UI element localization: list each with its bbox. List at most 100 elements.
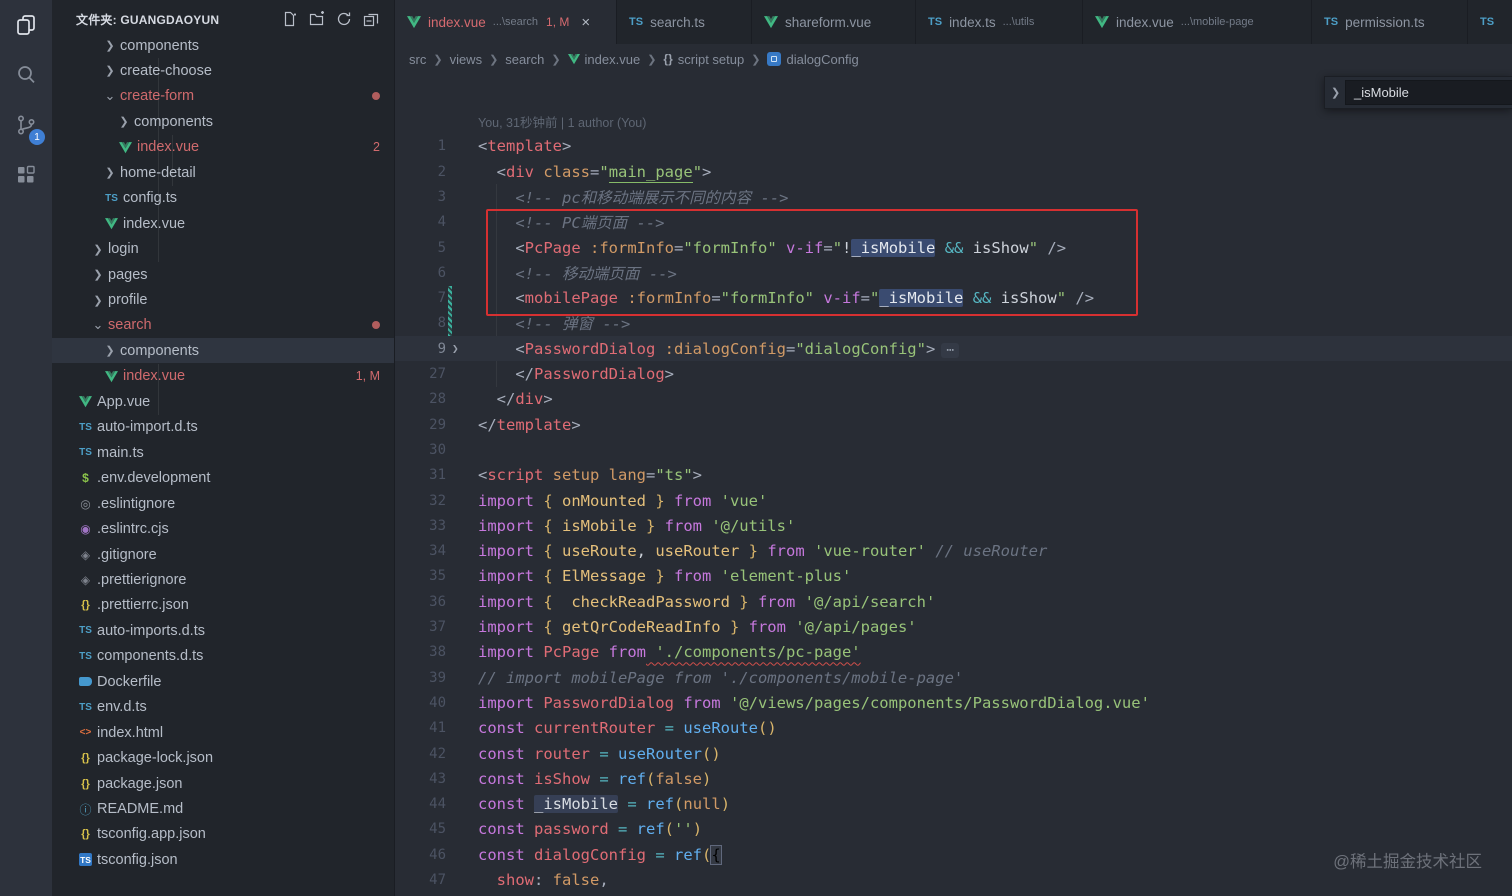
find-input[interactable]: _isMobile <box>1345 80 1512 105</box>
tab-clipped[interactable]: TS <box>1468 0 1512 44</box>
new-folder-icon[interactable] <box>308 10 326 28</box>
code-line-43[interactable]: 43 const isShow = ref(false) <box>395 766 1512 791</box>
code-text: const password = ref('') <box>478 820 703 839</box>
tree-item-index.vue[interactable]: index.vue 2 <box>52 135 394 160</box>
code-line-45[interactable]: 45 const password = ref('') <box>395 817 1512 842</box>
activity-explorer[interactable] <box>0 0 52 50</box>
code-line-36[interactable]: 36 import { checkReadPassword } from '@/a… <box>395 589 1512 614</box>
tab-permission.ts[interactable]: TS permission.ts <box>1312 0 1468 44</box>
code-line-9[interactable]: 9 ❯ <PasswordDialog :dialogConfig="dialog… <box>395 336 1512 362</box>
line-number: 37 <box>429 619 446 636</box>
breadcrumb-item-src[interactable]: src <box>409 52 426 67</box>
code-text: import PasswordDialog from '@/views/page… <box>478 693 1150 712</box>
code-line-44[interactable]: 44 const _isMobile = ref(null) <box>395 792 1512 817</box>
tree-item-.prettierignore[interactable]: ◈ .prettierignore <box>52 567 394 592</box>
tree-item-package.json[interactable]: {} package.json <box>52 771 394 796</box>
line-number: 33 <box>429 517 446 534</box>
breadcrumb-separator-icon: ❯ <box>647 53 657 66</box>
breadcrumb-item-indexvue[interactable]: index.vue <box>567 52 640 67</box>
tree-item-README.md[interactable]: ⓘ README.md <box>52 797 394 822</box>
code-editor[interactable]: You, 31秒钟前 | 1 author (You) 1 <template> 2… <box>395 74 1512 896</box>
line-number: 9 <box>437 340 446 357</box>
breadcrumb-label: search <box>505 51 545 67</box>
breadcrumb-item-search[interactable]: search <box>505 52 544 67</box>
tree-item-create-form[interactable]: ⌄ create-form <box>52 84 394 109</box>
tree-item-profile[interactable]: ❯ profile <box>52 288 394 313</box>
file-tree: ⌄home❯components❯create-choose⌄create-fo… <box>52 0 394 896</box>
code-line-42[interactable]: 42 const router = useRouter() <box>395 741 1512 766</box>
tree-item-main.ts[interactable]: TS main.ts <box>52 440 394 465</box>
tree-item-index.html[interactable]: <> index.html <box>52 720 394 745</box>
code-line-37[interactable]: 37 import { getQrCodeReadInfo } from '@/a… <box>395 614 1512 639</box>
tree-item-index.vue[interactable]: index.vue <box>52 211 394 236</box>
tree-item-login[interactable]: ❯ login <box>52 237 394 262</box>
tree-item-.prettierrc.json[interactable]: {} .prettierrc.json <box>52 593 394 618</box>
code-text: show: false, <box>478 871 609 890</box>
new-file-icon[interactable] <box>281 10 299 28</box>
activity-extensions[interactable] <box>0 150 52 200</box>
tree-item-label: profile <box>108 292 148 308</box>
fold-chevron-icon[interactable]: ❯ <box>452 342 459 355</box>
line-number: 36 <box>429 593 446 610</box>
tree-item-App.vue[interactable]: App.vue <box>52 389 394 414</box>
vue-file-icon <box>76 395 95 408</box>
collapse-all-icon[interactable] <box>362 10 380 28</box>
tree-item-components[interactable]: ❯ components <box>52 109 394 134</box>
tab-label: permission.ts <box>1345 14 1425 30</box>
code-line-1[interactable]: 1 <template> <box>395 134 1512 159</box>
tree-item-search[interactable]: ⌄ search <box>52 313 394 338</box>
tree-item-tsconfig.json[interactable]: TS tsconfig.json <box>52 847 394 872</box>
code-line-27[interactable]: 27 </PasswordDialog> <box>395 361 1512 386</box>
code-line-3[interactable]: 3 <!-- pc和移动端展示不同的内容 --> <box>395 184 1512 209</box>
code-line-28[interactable]: 28 </div> <box>395 387 1512 412</box>
tree-item-index.vue[interactable]: index.vue 1, M <box>52 364 394 389</box>
code-line-39[interactable]: 39 // import mobilePage from './component… <box>395 665 1512 690</box>
tree-item-create-choose[interactable]: ❯ create-choose <box>52 58 394 83</box>
activity-source-control[interactable]: 1 <box>0 100 52 150</box>
code-line-33[interactable]: 33 import { isMobile } from '@/utils' <box>395 513 1512 538</box>
tab-close-icon[interactable]: × <box>581 14 590 31</box>
code-line-29[interactable]: 29 </template> <box>395 412 1512 437</box>
tree-item-label: .eslintignore <box>97 495 176 512</box>
code-line-32[interactable]: 32 import { onMounted } from 'vue' <box>395 488 1512 513</box>
refresh-icon[interactable] <box>335 10 353 28</box>
tab-search.ts[interactable]: TS search.ts <box>617 0 752 44</box>
tree-item-components.d.ts[interactable]: TS components.d.ts <box>52 644 394 669</box>
tab-index.ts[interactable]: TS index.ts ...\utils <box>916 0 1083 44</box>
tree-item-.gitignore[interactable]: ◈ .gitignore <box>52 542 394 567</box>
code-line-31[interactable]: 31 <script setup lang="ts"> <box>395 463 1512 488</box>
breadcrumb-item-scriptsetup[interactable]: {} script setup <box>663 52 744 67</box>
tree-item-package-lock.json[interactable]: {} package-lock.json <box>52 746 394 771</box>
tree-item-auto-import.d.ts[interactable]: TS auto-import.d.ts <box>52 415 394 440</box>
tree-item-pages[interactable]: ❯ pages <box>52 262 394 287</box>
tree-item-auto-imports.d.ts[interactable]: TS auto-imports.d.ts <box>52 618 394 643</box>
tab-index.vue[interactable]: index.vue ...\mobile-page <box>1083 0 1312 44</box>
breadcrumb-separator-icon: ❯ <box>489 53 499 66</box>
code-line-2[interactable]: 2 <div class="main_page"> <box>395 159 1512 184</box>
tab-index.vue[interactable]: index.vue ...\search 1, M × <box>395 0 617 44</box>
code-line-35[interactable]: 35 import { ElMessage } from 'element-plu… <box>395 564 1512 589</box>
ts-tab-icon: TS <box>1324 16 1339 28</box>
tree-item-Dockerfile[interactable]: Dockerfile <box>52 669 394 694</box>
tree-item-.eslintrc.cjs[interactable]: ◉ .eslintrc.cjs <box>52 517 394 542</box>
tab-shareform.vue[interactable]: shareform.vue <box>752 0 916 44</box>
code-line-30[interactable]: 30 <box>395 437 1512 462</box>
tree-item-label: tsconfig.json <box>97 851 178 868</box>
breadcrumb-item-dialogConfig[interactable]: dialogConfig <box>767 52 859 67</box>
code-line-38[interactable]: 38 import PcPage from './components/pc-pa… <box>395 640 1512 665</box>
tree-item-components[interactable]: ❯ components <box>52 338 394 364</box>
ts-filled-file-icon: TS <box>79 853 92 867</box>
code-line-41[interactable]: 41 const currentRouter = useRoute() <box>395 716 1512 741</box>
breadcrumb-item-views[interactable]: views <box>450 52 483 67</box>
activity-search[interactable] <box>0 50 52 100</box>
find-expand-chevron-icon[interactable]: ❯ <box>1331 86 1345 99</box>
tree-item-env.d.ts[interactable]: TS env.d.ts <box>52 695 394 720</box>
tree-item-label: .gitignore <box>97 546 157 563</box>
tree-item-home-detail[interactable]: ❯ home-detail <box>52 160 394 185</box>
tree-item-config.ts[interactable]: TS config.ts <box>52 186 394 211</box>
tree-item-.eslintignore[interactable]: ◎ .eslintignore <box>52 491 394 516</box>
tree-item-.env.development[interactable]: $ .env.development <box>52 466 394 491</box>
code-line-40[interactable]: 40 import PasswordDialog from '@/views/pa… <box>395 690 1512 715</box>
tree-item-tsconfig.app.json[interactable]: {} tsconfig.app.json <box>52 822 394 847</box>
code-line-34[interactable]: 34 import { useRoute, useRouter } from 'v… <box>395 539 1512 564</box>
